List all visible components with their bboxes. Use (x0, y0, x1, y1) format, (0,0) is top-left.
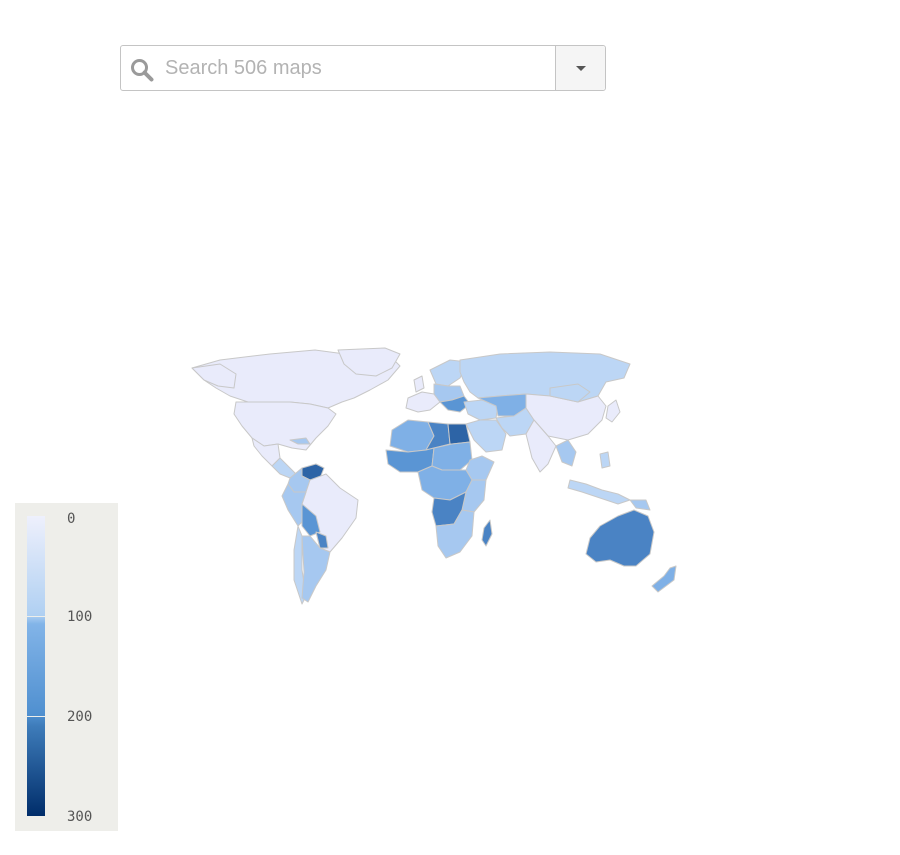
legend: 0 100 200 300 (15, 503, 118, 831)
country-russia[interactable] (459, 351, 631, 403)
country-papua-new-guinea[interactable] (629, 499, 651, 511)
search-input[interactable] (165, 47, 555, 89)
legend-label-0: 0 (67, 511, 76, 527)
legend-label-300: 300 (67, 809, 93, 825)
chevron-down-icon (575, 65, 586, 71)
search-icon (130, 58, 154, 82)
country-philippines[interactable] (599, 451, 611, 469)
legend-label-100: 100 (67, 609, 93, 625)
country-new-zealand[interactable] (651, 565, 677, 593)
country-indonesia[interactable] (567, 479, 631, 505)
legend-tick (27, 716, 45, 717)
world-map-svg[interactable] (130, 340, 720, 615)
country-japan[interactable] (605, 399, 621, 423)
country-australia[interactable] (585, 509, 655, 567)
legend-color-bar (27, 516, 45, 816)
country-madagascar[interactable] (481, 519, 493, 547)
dropdown-button[interactable] (555, 46, 605, 90)
country-usa[interactable] (233, 401, 337, 451)
legend-tick (27, 616, 45, 617)
country-uk[interactable] (413, 375, 425, 393)
country-southeast-asia[interactable] (555, 439, 577, 467)
world-map[interactable] (130, 340, 720, 615)
legend-label-200: 200 (67, 709, 93, 725)
search-box[interactable] (120, 45, 606, 91)
country-egypt[interactable] (447, 423, 471, 445)
